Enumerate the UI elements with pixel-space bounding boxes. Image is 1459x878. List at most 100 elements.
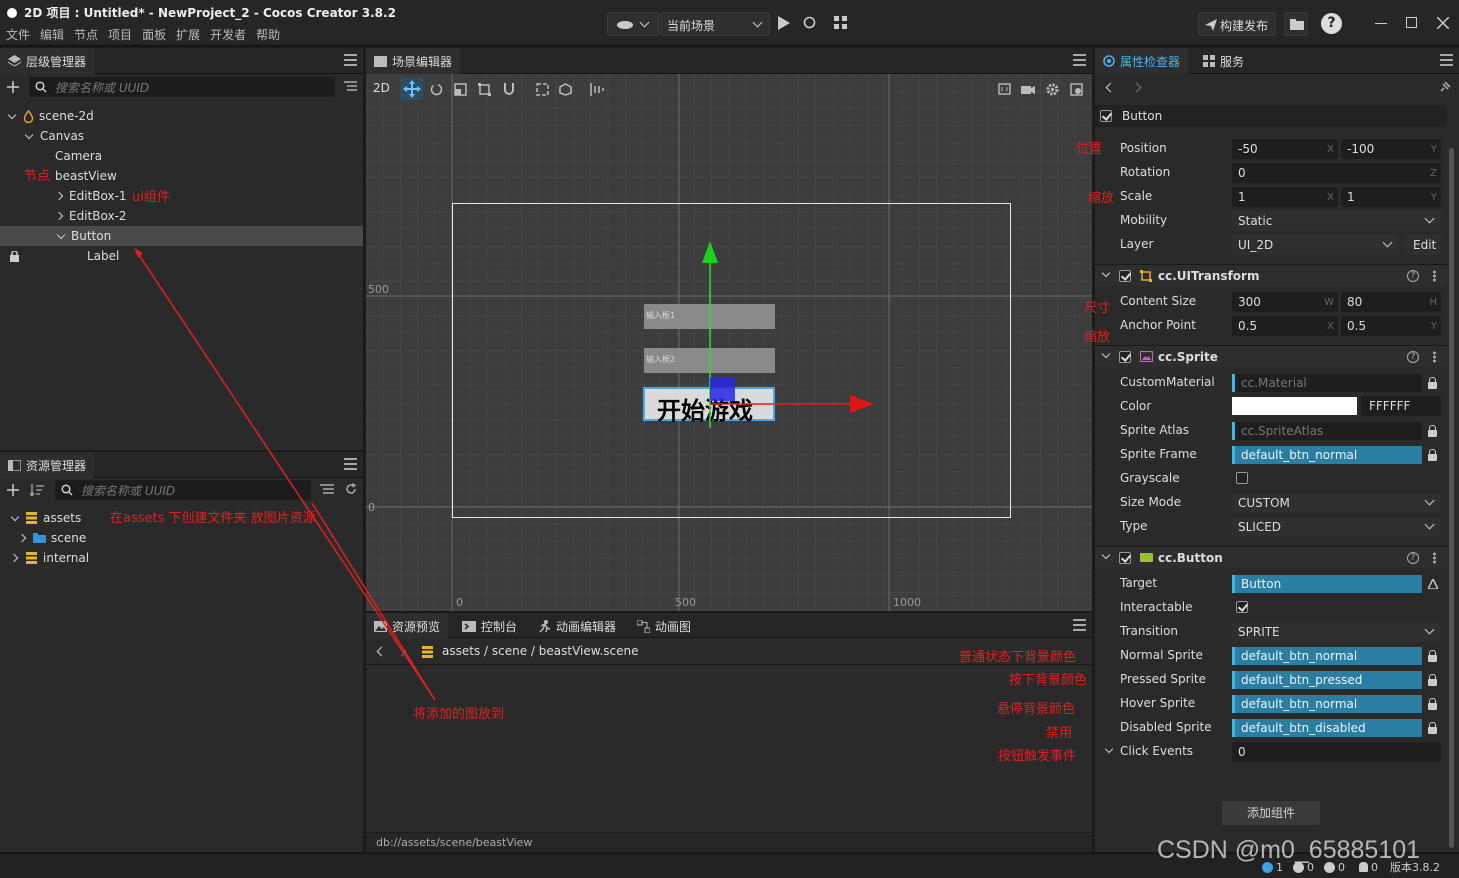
target-field[interactable]: Button	[1232, 575, 1422, 593]
scale-y-input[interactable]: 1Y	[1341, 187, 1441, 207]
lock-icon[interactable]	[1428, 650, 1437, 662]
transition-select[interactable]: SPRITE	[1232, 622, 1441, 642]
resolution-icon[interactable]	[998, 83, 1011, 95]
tab-asset-preview[interactable]: 资源预览	[366, 613, 449, 639]
chevron-right-icon[interactable]	[54, 211, 64, 221]
snap-icon[interactable]	[536, 83, 549, 96]
mobility-select[interactable]: Static	[1232, 211, 1441, 231]
tab-services[interactable]: 服务	[1195, 48, 1252, 74]
scale-x-input[interactable]: 1X	[1232, 187, 1338, 207]
asset-item-scene[interactable]: scene	[0, 528, 363, 548]
tab-inspector[interactable]: 属性检查器	[1095, 48, 1189, 74]
menu-node[interactable]: 节点	[74, 26, 98, 43]
chevron-down-icon[interactable]	[56, 230, 66, 239]
tab-animation-graph[interactable]: 动画图	[629, 613, 699, 639]
lock-icon[interactable]	[1428, 698, 1437, 710]
pressed-sprite-field[interactable]: default_btn_pressed	[1232, 671, 1422, 689]
tab-hierarchy[interactable]: 层级管理器	[0, 48, 95, 74]
assets-search-input[interactable]: 搜索名称或 UUID	[55, 480, 311, 500]
collapse-all-icon[interactable]	[320, 484, 334, 495]
hierarchy-search-input[interactable]: 搜索名称或 UUID	[29, 77, 335, 97]
build-publish-button[interactable]: 构建发布	[1198, 12, 1276, 36]
minimize-icon[interactable]	[1375, 23, 1387, 24]
chevron-right-icon[interactable]	[17, 533, 27, 543]
rect-icon[interactable]	[478, 83, 491, 96]
magnet-icon[interactable]	[503, 83, 515, 96]
forward-icon[interactable]	[1131, 82, 1142, 93]
sprite-atlas-field[interactable]: cc.SpriteAtlas	[1232, 422, 1422, 440]
layer-edit-button[interactable]: Edit	[1405, 235, 1441, 255]
help-icon[interactable]: ?	[1321, 13, 1342, 34]
tab-animation-editor[interactable]: 动画编辑器	[530, 613, 624, 639]
button-enabled-checkbox[interactable]	[1119, 552, 1131, 564]
sprite-enabled-checkbox[interactable]	[1119, 351, 1131, 363]
custom-material-field[interactable]: cc.Material	[1232, 374, 1422, 392]
platform-select[interactable]	[607, 12, 659, 36]
lock-icon[interactable]	[1428, 425, 1437, 437]
node-active-checkbox[interactable]	[1100, 110, 1112, 122]
menu-project[interactable]: 项目	[108, 26, 132, 43]
interactable-checkbox[interactable]	[1236, 601, 1248, 613]
pin-icon[interactable]	[1439, 81, 1451, 93]
asset-item-internal[interactable]: internal	[0, 548, 363, 568]
uitransform-header[interactable]: cc.UITransform ?	[1095, 264, 1447, 286]
position-x-input[interactable]: -50 X	[1232, 139, 1338, 159]
lock-icon[interactable]	[1428, 449, 1437, 461]
chevron-down-icon[interactable]	[10, 512, 20, 521]
chevron-down-icon[interactable]	[1101, 550, 1111, 560]
transform-icon[interactable]	[559, 83, 572, 96]
chevron-down-icon[interactable]	[1101, 268, 1111, 278]
button-component-header[interactable]: cc.Button ?	[1095, 546, 1447, 568]
qrcode-icon[interactable]	[833, 15, 848, 30]
align-icon[interactable]	[590, 83, 605, 96]
anchor-x-input[interactable]: 0.5 X	[1232, 316, 1338, 336]
chevron-right-icon[interactable]	[54, 191, 64, 201]
screenshot-icon[interactable]	[1070, 83, 1083, 96]
add-icon[interactable]	[7, 81, 19, 93]
layer-select[interactable]: UI_2D	[1232, 235, 1399, 255]
tab-console[interactable]: 控制台	[454, 613, 525, 639]
menu-icon[interactable]	[344, 458, 357, 470]
type-select[interactable]: SLICED	[1232, 517, 1441, 537]
color-swatch[interactable]	[1232, 397, 1357, 415]
add-icon[interactable]	[7, 484, 19, 496]
back-icon[interactable]	[1105, 82, 1116, 93]
click-events-count-input[interactable]: 0	[1232, 742, 1441, 762]
sprite-header[interactable]: cc.Sprite ?	[1095, 345, 1447, 367]
help-icon[interactable]: ?	[1407, 351, 1419, 363]
tree-node-beastview[interactable]: beastView	[0, 166, 363, 186]
camera-icon[interactable]	[1021, 83, 1035, 95]
breadcrumb-item[interactable]: beastView.scene	[539, 644, 639, 658]
help-icon[interactable]: ?	[1407, 552, 1419, 564]
gear-icon[interactable]	[1046, 83, 1059, 96]
tree-node-editbox-2[interactable]: EditBox-2	[0, 206, 363, 226]
node-target-icon[interactable]	[1428, 579, 1438, 589]
more-icon[interactable]	[1433, 270, 1436, 282]
menu-icon[interactable]	[1073, 619, 1086, 631]
chevron-down-icon[interactable]	[7, 110, 17, 119]
uitransform-enabled-checkbox[interactable]	[1119, 270, 1131, 282]
content-height-input[interactable]: 80 H	[1341, 292, 1441, 312]
breadcrumb-item[interactable]: scene	[492, 644, 527, 658]
tree-node-editbox-1[interactable]: EditBox-1	[0, 186, 363, 206]
disabled-sprite-field[interactable]: default_btn_disabled	[1232, 719, 1422, 737]
lock-icon[interactable]	[10, 250, 19, 262]
menu-help[interactable]: 帮助	[256, 26, 280, 43]
chevron-down-icon[interactable]	[24, 130, 34, 139]
refresh-icon[interactable]	[802, 15, 817, 30]
content-width-input[interactable]: 300 W	[1232, 292, 1338, 312]
close-icon[interactable]	[1437, 17, 1449, 29]
more-icon[interactable]	[1433, 351, 1436, 363]
rotation-z-input[interactable]: 0Z	[1232, 163, 1441, 183]
tab-scene-editor[interactable]: 场景编辑器	[366, 48, 461, 74]
mode-2d-button[interactable]: 2D	[373, 81, 390, 95]
play-icon[interactable]	[778, 16, 790, 30]
move-tool-button[interactable]	[401, 78, 423, 100]
normal-sprite-field[interactable]: default_btn_normal	[1232, 647, 1422, 665]
menu-file[interactable]: 文件	[6, 26, 30, 43]
menu-panel[interactable]: 面板	[142, 26, 166, 43]
grayscale-checkbox[interactable]	[1236, 472, 1248, 484]
tree-node-camera[interactable]: Camera	[0, 146, 363, 166]
chevron-down-icon[interactable]	[1101, 349, 1111, 359]
size-mode-select[interactable]: CUSTOM	[1232, 493, 1441, 513]
